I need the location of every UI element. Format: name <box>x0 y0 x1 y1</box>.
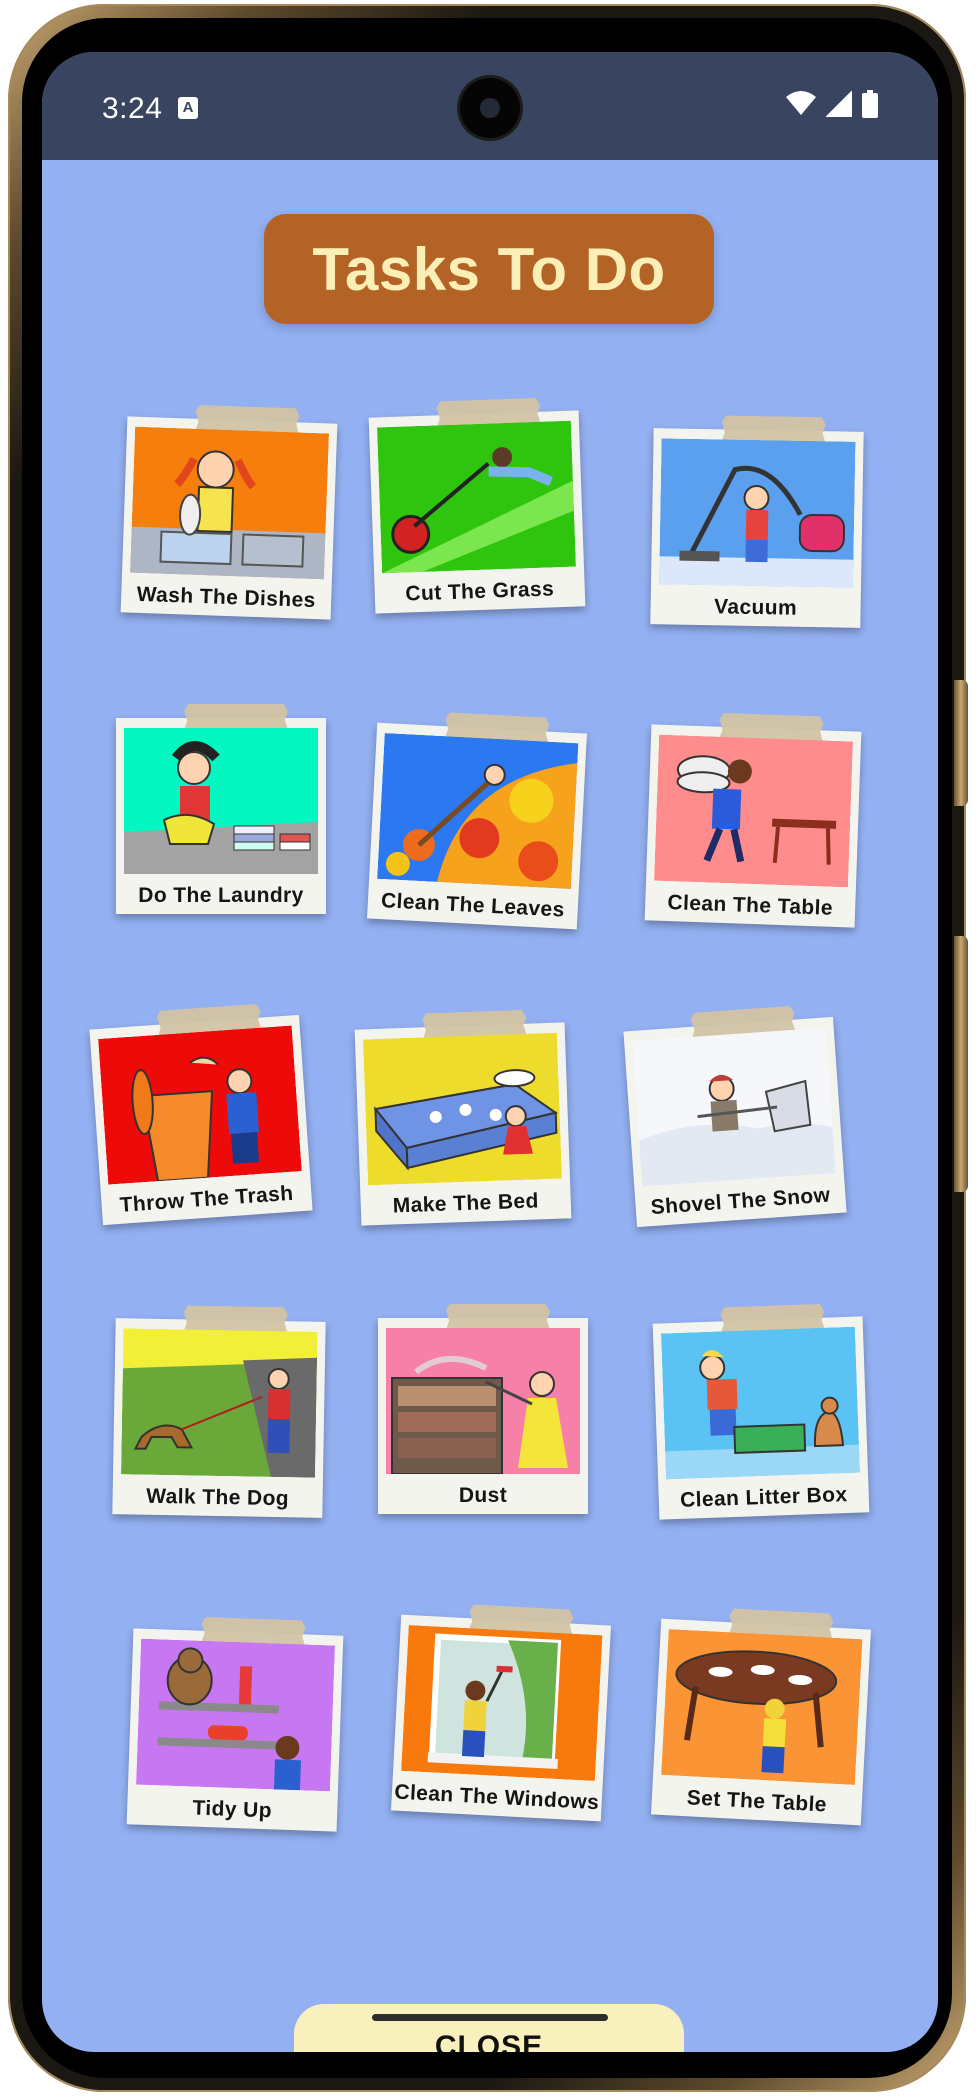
task-card-shovel-the-snow[interactable]: Shovel The Snow <box>623 1017 847 1228</box>
task-label: Shovel The Snow <box>650 1183 832 1220</box>
task-illustration <box>136 1638 336 1792</box>
battery-icon <box>862 90 878 118</box>
power-button <box>954 680 968 806</box>
task-illustration <box>376 420 576 574</box>
signal-icon <box>826 91 852 117</box>
task-card-clean-litter-box[interactable]: Clean Litter Box <box>652 1316 870 1520</box>
task-card-walk-the-dog[interactable]: Walk The Dog <box>112 1318 326 1518</box>
task-card-set-the-table[interactable]: Set The Table <box>651 1619 871 1826</box>
task-illustration <box>130 426 330 580</box>
tape-strip <box>446 1304 550 1330</box>
task-label: Make The Bed <box>392 1189 540 1218</box>
task-label: Tidy Up <box>192 1796 273 1823</box>
task-label: Throw The Trash <box>118 1181 295 1217</box>
task-label: Wash The Dishes <box>136 582 317 613</box>
tape-strip <box>184 704 288 730</box>
task-card-clean-the-leaves[interactable]: Clean The Leaves <box>367 723 587 930</box>
title-banner: Tasks To Do <box>264 214 714 324</box>
task-illustration <box>659 438 856 588</box>
task-label: Clean Litter Box <box>679 1483 848 1512</box>
task-illustration <box>654 734 854 888</box>
task-label: Vacuum <box>713 595 798 620</box>
status-time: 3:24 <box>102 92 163 125</box>
task-illustration <box>386 1328 580 1474</box>
task-card-clean-the-windows[interactable]: Clean The Windows <box>391 1615 611 1822</box>
task-card-wash-the-dishes[interactable]: Wash The Dishes <box>120 416 338 620</box>
task-label: Set The Table <box>686 1786 828 1817</box>
status-bar: 3:24 A <box>42 52 938 160</box>
task-label: Clean The Leaves <box>380 889 566 922</box>
app-screen: 3:24 A Tasks To Do Wash The Dishes Cut T… <box>42 52 938 2052</box>
close-button[interactable]: CLOSE <box>294 2004 684 2052</box>
task-label: Clean The Windows <box>393 1780 600 1815</box>
task-illustration <box>632 1027 836 1187</box>
phone-frame: 3:24 A Tasks To Do Wash The Dishes Cut T… <box>8 4 968 2092</box>
task-card-vacuum[interactable]: Vacuum <box>650 428 864 628</box>
task-card-dust[interactable]: Dust <box>378 1304 588 1514</box>
task-illustration <box>362 1032 562 1186</box>
task-label: Clean The Table <box>667 891 834 920</box>
task-illustration <box>660 1326 860 1480</box>
task-card-clean-the-table[interactable]: Clean The Table <box>644 724 862 928</box>
front-camera <box>460 78 520 138</box>
task-card-cut-the-grass[interactable]: Cut The Grass <box>368 410 586 614</box>
notification-badge-icon: A <box>178 97 198 119</box>
task-card-tidy-up[interactable]: Tidy Up <box>126 1628 344 1832</box>
task-card-do-the-laundry[interactable]: Do The Laundry <box>116 704 326 914</box>
task-illustration <box>401 1625 603 1781</box>
task-label: Do The Laundry <box>138 884 304 907</box>
page-title: Tasks To Do <box>312 235 666 303</box>
task-illustration <box>124 728 318 874</box>
task-illustration <box>661 1629 863 1785</box>
task-label: Walk The Dog <box>145 1484 290 1511</box>
task-card-make-the-bed[interactable]: Make The Bed <box>354 1022 572 1226</box>
task-card-throw-the-trash[interactable]: Throw The Trash <box>89 1015 313 1226</box>
close-button-label: CLOSE <box>434 2030 544 2052</box>
status-icons <box>786 90 878 118</box>
home-indicator[interactable] <box>372 2014 608 2021</box>
volume-button <box>954 936 968 1192</box>
task-illustration <box>121 1328 318 1478</box>
task-illustration <box>98 1025 302 1185</box>
task-label: Dust <box>458 1484 508 1507</box>
task-label: Cut The Grass <box>405 577 555 606</box>
wifi-icon <box>786 91 816 115</box>
task-illustration <box>377 733 579 889</box>
